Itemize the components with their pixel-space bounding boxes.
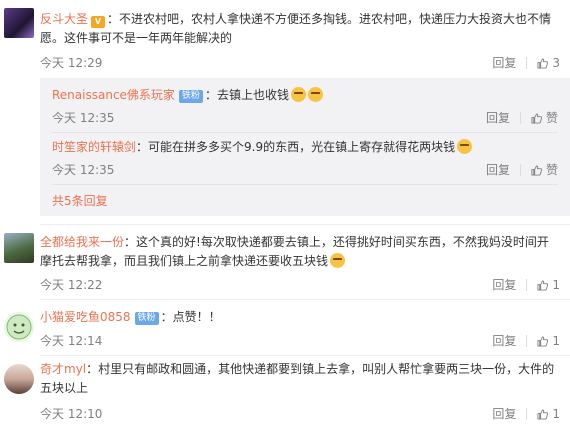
like-count: 1 <box>552 334 560 348</box>
reply-actions: 回复 赞 <box>486 162 558 178</box>
like-button[interactable]: 赞 <box>531 110 558 126</box>
divider <box>52 184 558 185</box>
like-label: 赞 <box>545 111 558 125</box>
like-button[interactable]: 1 <box>537 277 560 293</box>
comment-item: 奇才myl：村里只有邮政和圆通，其他快递都要到镇上去拿，叫别人帮忙拿要两三块一份… <box>0 356 570 431</box>
comment-meta: 今天 12:14 回复 1 <box>40 333 560 349</box>
emoji-icon <box>290 87 306 102</box>
thumbs-up-icon <box>537 279 549 291</box>
username-link[interactable]: 全都给我来一份 <box>40 235 124 249</box>
thumbs-up-icon <box>537 57 549 69</box>
comment-text-block: 小猫爱吃鱼0858 铁粉 ：点赞！！ <box>40 308 560 327</box>
more-replies-link[interactable]: 共5条回复 <box>52 192 108 209</box>
reply-text: ：去镇上也收钱 <box>204 88 289 102</box>
comment-text-block: 反斗大圣 V ：不进农村吧，农村人拿快递不方便还多掏钱。进农村吧，快递压力大投资大也… <box>40 10 560 48</box>
comment-actions: 回复 1 <box>492 333 560 349</box>
reply-item: 时笙家的轩辕剑：可能在拼多多买个9.9的东西，光在镇上寄存就得花两块钱 <box>52 138 558 156</box>
reply-button[interactable]: 回复 <box>492 406 516 422</box>
cartoon-face-icon <box>6 314 32 340</box>
comment-actions: 回复 1 <box>492 277 560 293</box>
reply-item: Renaissance佛系玩家 铁粉 ：去镇上也收钱 <box>52 86 558 104</box>
reply-username-link[interactable]: 时笙家的轩辕剑 <box>52 140 136 154</box>
comment-actions: 回复 1 <box>492 406 560 422</box>
reply-button[interactable]: 回复 <box>486 162 510 178</box>
thumbs-up-icon <box>537 408 549 420</box>
comment-item: 小猫爱吃鱼0858 铁粉 ：点赞！！ 今天 12:14 回复 1 <box>0 300 570 356</box>
vip-crown-icon: V <box>91 16 106 28</box>
timestamp: 今天 12:29 <box>40 56 103 70</box>
reply-actions: 回复 赞 <box>486 110 558 126</box>
reply-meta: 今天 12:35 回复 赞 <box>52 110 558 126</box>
username-link[interactable]: 反斗大圣 <box>40 12 88 26</box>
comment-meta: 今天 12:10 回复 1 <box>40 406 560 422</box>
reply-button[interactable]: 回复 <box>492 55 516 71</box>
comment-text: ：不进农村吧，农村人拿快递不方便还多掏钱。进农村吧，快递压力大投资大也不情愿。这… <box>40 12 552 45</box>
divider <box>52 132 558 133</box>
avatar[interactable] <box>4 233 34 263</box>
reply-button[interactable]: 回复 <box>492 333 516 349</box>
like-button[interactable]: 赞 <box>531 162 558 178</box>
action-separator <box>526 57 528 69</box>
thumbs-up-icon <box>531 164 542 176</box>
reply-username-link[interactable]: Renaissance佛系玩家 <box>52 88 175 102</box>
reply-button[interactable]: 回复 <box>486 110 510 126</box>
comment-item: 全都给我来一份：这个真的好!每次取快递都要去镇上，还得挑好时间买东西，不然我妈没… <box>0 225 570 300</box>
comment-meta: 今天 12:29 回复 3 <box>40 55 560 71</box>
like-count: 3 <box>552 56 560 70</box>
comment-meta: 今天 12:22 回复 1 <box>40 277 560 293</box>
avatar[interactable] <box>4 312 34 342</box>
timestamp: 今天 12:35 <box>52 111 115 125</box>
like-count: 1 <box>552 278 560 292</box>
action-separator <box>526 408 528 420</box>
thumbs-up-icon <box>537 335 549 347</box>
action-separator <box>526 279 528 291</box>
comment-text-block: 奇才myl：村里只有邮政和圆通，其他快递都要到镇上去拿，叫别人帮忙拿要两三块一份… <box>40 360 560 398</box>
reply-meta: 今天 12:35 回复 赞 <box>52 162 558 178</box>
emoji-icon <box>457 139 473 154</box>
timestamp: 今天 12:35 <box>52 163 115 177</box>
comment-text: ：村里只有邮政和圆通，其他快递都要到镇上去拿，叫别人帮忙拿要两三块一份，大件的五… <box>40 362 555 395</box>
comment-text: ：点赞！！ <box>160 310 221 324</box>
action-separator <box>519 112 521 124</box>
like-button[interactable]: 3 <box>537 55 560 71</box>
timestamp: 今天 12:14 <box>40 334 103 348</box>
reply-text: ：可能在拼多多买个9.9的东西，光在镇上寄存就得花两块钱 <box>136 140 456 154</box>
fan-badge: 铁粉 <box>178 90 203 103</box>
username-link[interactable]: 奇才myl <box>40 362 86 376</box>
action-separator <box>519 164 521 176</box>
avatar[interactable] <box>4 8 34 38</box>
comment-item: 反斗大圣 V ：不进农村吧，农村人拿快递不方便还多掏钱。进农村吧，快递压力大投资大也… <box>0 0 570 225</box>
timestamp: 今天 12:10 <box>40 407 103 421</box>
comment-text-block: 全都给我来一份：这个真的好!每次取快递都要去镇上，还得挑好时间买东西，不然我妈没… <box>40 233 560 271</box>
like-button[interactable]: 1 <box>537 406 560 422</box>
like-button[interactable]: 1 <box>537 333 560 349</box>
reply-thread: Renaissance佛系玩家 铁粉 ：去镇上也收钱 今天 12:35 回复 赞 时… <box>40 78 570 216</box>
reply-button[interactable]: 回复 <box>492 277 516 293</box>
like-count: 1 <box>552 407 560 421</box>
avatar[interactable] <box>4 364 34 394</box>
like-label: 赞 <box>545 163 558 177</box>
emoji-icon <box>307 87 323 102</box>
timestamp: 今天 12:22 <box>40 278 103 292</box>
username-link[interactable]: 小猫爱吃鱼0858 <box>40 310 131 324</box>
fan-badge: 铁粉 <box>134 312 159 325</box>
thumbs-up-icon <box>531 112 542 124</box>
emoji-icon <box>330 253 346 268</box>
comment-actions: 回复 3 <box>492 55 560 71</box>
action-separator <box>526 335 528 347</box>
